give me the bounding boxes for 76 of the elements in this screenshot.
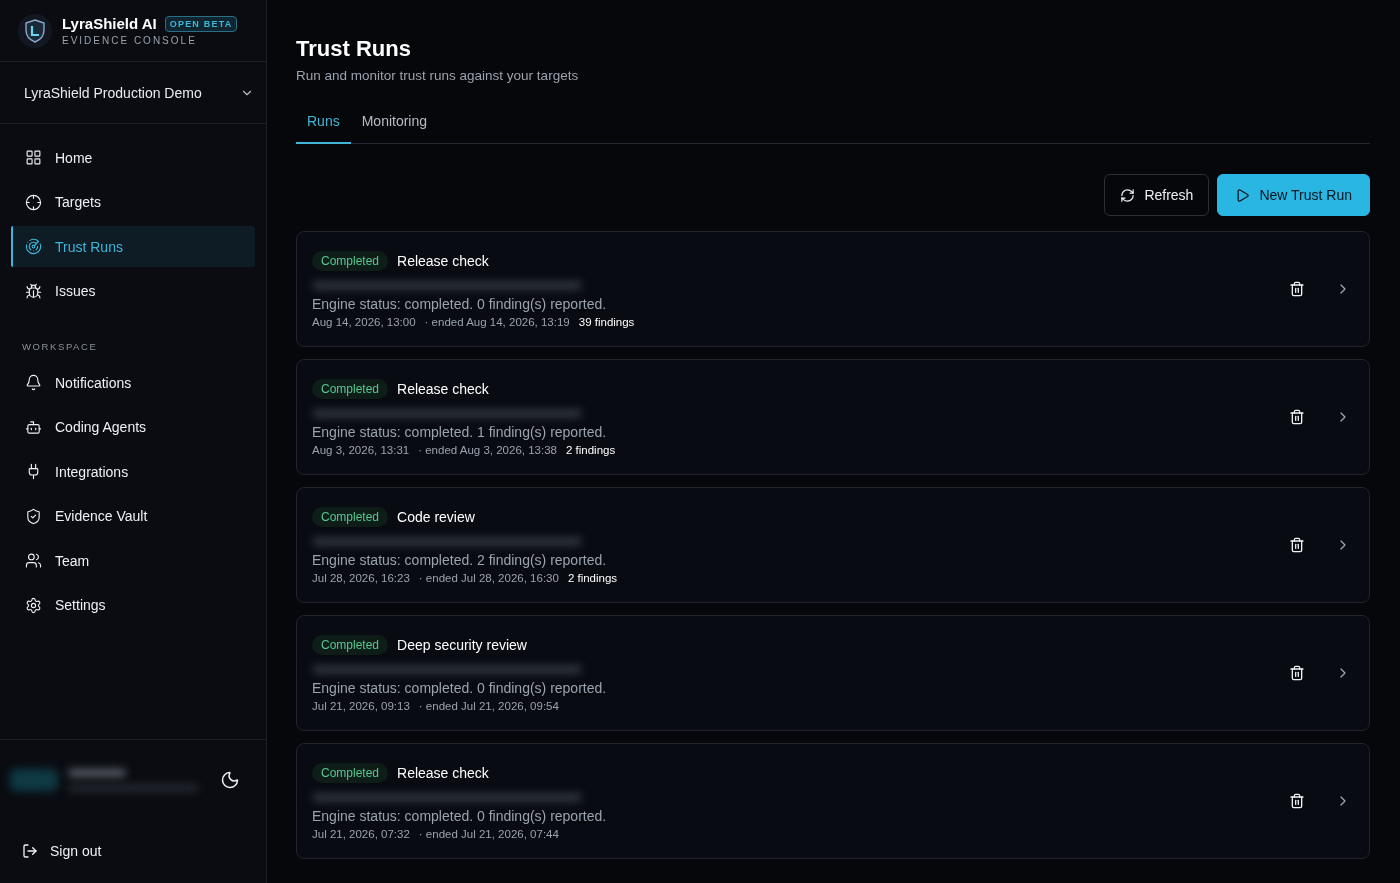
run-name: Release check — [397, 380, 489, 397]
run-card[interactable]: Completed Release check Engine status: completed. 0 finding(s) reported. Jul 21, 2026, 07:32 · ended Jul 21, 2026, 07:44 — [296, 743, 1370, 859]
brand-name: LyraShield AI — [62, 15, 157, 32]
end-time: · ended Jul 21, 2026, 07:44 — [418, 827, 559, 840]
page-title: Trust Runs — [296, 36, 412, 62]
start-time: Jul 21, 2026, 09:13 — [312, 699, 410, 712]
page-subtitle: Run and monitor trust runs against your targets — [296, 68, 580, 83]
delete-icon[interactable] — [1289, 281, 1305, 297]
refresh-icon — [1120, 187, 1136, 203]
shield-logo-icon — [18, 13, 52, 48]
start-time: Aug 14, 2026, 13:00 — [312, 315, 416, 328]
workspace-picker[interactable]: LyraShield Production Demo — [0, 62, 266, 124]
redacted-name — [68, 768, 126, 777]
moon-icon[interactable] — [220, 769, 240, 790]
start-time: Jul 21, 2026, 07:32 — [312, 827, 410, 840]
tab[interactable]: Monitoring — [350, 105, 439, 144]
run-name: Code review — [397, 508, 475, 525]
run-card[interactable]: Completed Code review Engine status: completed. 2 finding(s) reported. Jul 28, 2026, 16:23 · ended Jul 28, 2026, 16:30 2 findings — [296, 487, 1370, 603]
section-heading: WORKSPACE — [21, 340, 99, 354]
status-badge: Completed — [312, 634, 389, 655]
engine-status: Engine status: completed. 0 finding(s) reported. — [312, 295, 608, 312]
end-time: · ended Jul 21, 2026, 09:54 — [418, 699, 559, 712]
engine-status: Engine status: completed. 2 finding(s) reported. — [312, 551, 608, 568]
bell-icon — [25, 374, 42, 391]
engine-status: Engine status: completed. 0 finding(s) reported. — [312, 807, 608, 824]
nav-item[interactable]: Targets — [11, 181, 255, 223]
start-time: Aug 3, 2026, 13:31 — [312, 443, 410, 456]
run-name: Release check — [397, 252, 489, 269]
run-card[interactable]: Completed Release check Engine status: completed. 0 finding(s) reported. Aug 14, 2026, 13:00 · ended Aug 14, 2026, 13:19 39 findings — [296, 231, 1370, 347]
refresh-button[interactable]: Refresh — [1104, 174, 1210, 216]
end-time: · ended Aug 3, 2026, 13:38 — [418, 443, 557, 456]
tab[interactable]: Runs — [296, 105, 351, 144]
nav-item[interactable]: Trust Runs — [11, 226, 255, 267]
delete-icon[interactable] — [1289, 537, 1305, 553]
redacted-avatar — [10, 768, 58, 791]
nav-item[interactable]: Notifications — [11, 362, 255, 403]
users-icon — [25, 552, 42, 569]
run-card[interactable]: Completed Release check Engine status: completed. 1 finding(s) reported. Aug 3, 2026, 13:31 · ended Aug 3, 2026, 13:38 2 findings — [296, 359, 1370, 475]
shield-check-icon — [25, 507, 42, 525]
findings-count: 39 findings — [578, 315, 635, 328]
radar-icon — [25, 238, 42, 255]
end-time: · ended Aug 14, 2026, 13:19 — [424, 315, 570, 328]
run-card[interactable]: Completed Deep security review Engine status: completed. 0 finding(s) reported. Jul 21, 2026, 09:13 · ended Jul 21, 2026, 09:54 — [296, 615, 1370, 731]
grid-icon — [25, 149, 42, 166]
nav-item[interactable]: Issues — [11, 270, 255, 312]
sign-out-link[interactable]: Sign out — [0, 819, 266, 883]
run-name: Release check — [397, 764, 489, 781]
delete-icon[interactable] — [1289, 665, 1305, 681]
nav-item[interactable]: Evidence Vault — [11, 495, 255, 537]
engine-status: Engine status: completed. 1 finding(s) reported. — [312, 423, 608, 440]
beta-badge: OPEN BETA — [164, 15, 238, 32]
delete-icon[interactable] — [1289, 409, 1305, 425]
run-name: Deep security review — [397, 636, 527, 653]
nav-item[interactable]: Coding Agents — [11, 406, 255, 448]
settings-icon — [25, 596, 42, 614]
brand-subtitle: EVIDENCE CONSOLE — [62, 35, 198, 46]
findings-count: 2 findings — [565, 443, 616, 456]
engine-status: Engine status: completed. 0 finding(s) reported. — [312, 679, 608, 696]
status-badge: Completed — [312, 378, 389, 399]
status-badge: Completed — [312, 506, 389, 527]
status-badge: Completed — [312, 762, 389, 783]
delete-icon[interactable] — [1289, 793, 1305, 809]
new-trust-run-button[interactable]: New Trust Run — [1217, 174, 1370, 216]
robot-icon — [25, 418, 42, 436]
nav-item[interactable]: Integrations — [11, 451, 255, 492]
nav-item[interactable]: Settings — [11, 584, 255, 626]
play-icon — [1235, 187, 1251, 203]
findings-count: 2 findings — [567, 571, 618, 584]
nav-item[interactable]: Home — [11, 137, 255, 178]
end-time: · ended Jul 28, 2026, 16:30 — [418, 571, 559, 584]
bug-icon — [25, 282, 42, 300]
status-badge: Completed — [312, 250, 389, 271]
nav-item[interactable]: Team — [11, 540, 255, 581]
start-time: Jul 28, 2026, 16:23 — [312, 571, 410, 584]
crosshair-icon — [25, 193, 42, 211]
sign-out-icon — [22, 843, 38, 859]
